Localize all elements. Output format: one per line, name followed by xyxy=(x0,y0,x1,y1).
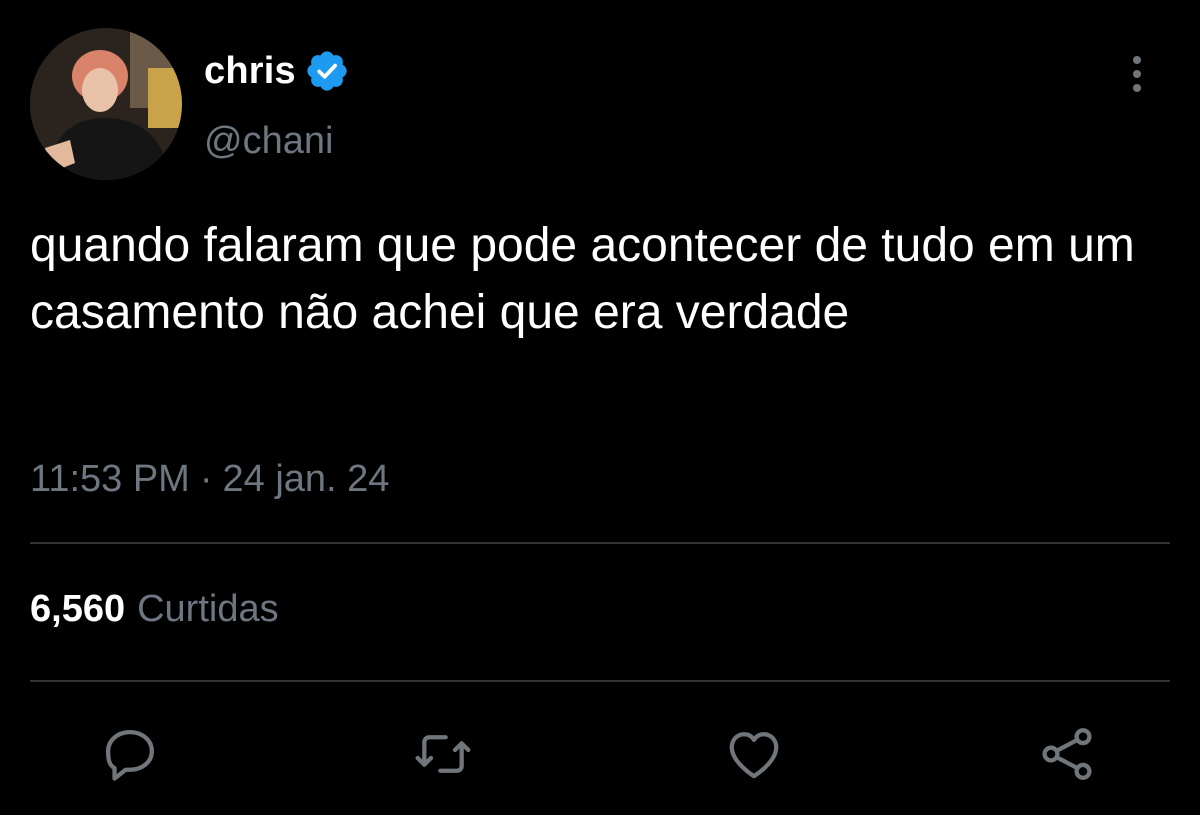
more-options-icon[interactable] xyxy=(1122,52,1152,96)
avatar[interactable] xyxy=(30,28,182,180)
likes-stat[interactable]: 6,560 Curtidas xyxy=(30,588,279,631)
likes-label: Curtidas xyxy=(137,588,279,630)
verified-badge-icon xyxy=(304,48,350,94)
tweet-text: quando falaram que pode acontecer de tud… xyxy=(30,219,1135,339)
tweet-date: 24 jan. 24 xyxy=(222,458,390,500)
profile-photo xyxy=(30,28,182,180)
divider xyxy=(30,542,1170,544)
tweet-time: 11:53 PM xyxy=(30,458,190,500)
like-button[interactable] xyxy=(722,722,786,786)
timestamp-separator: · xyxy=(199,458,213,500)
author-handle[interactable]: @chani xyxy=(204,120,333,163)
reply-button[interactable] xyxy=(98,722,162,786)
share-button[interactable] xyxy=(1035,722,1099,786)
reply-icon xyxy=(105,730,154,781)
likes-count: 6,560 xyxy=(30,588,126,630)
like-icon xyxy=(729,732,779,779)
tweet-timestamp[interactable]: 11:53 PM · 24 jan. 24 xyxy=(30,458,389,501)
author-name-row: chris xyxy=(204,46,350,96)
share-icon xyxy=(1042,728,1092,780)
retweet-button[interactable] xyxy=(411,722,475,786)
display-name[interactable]: chris xyxy=(204,50,296,93)
divider xyxy=(30,680,1170,682)
retweet-icon xyxy=(415,735,471,773)
